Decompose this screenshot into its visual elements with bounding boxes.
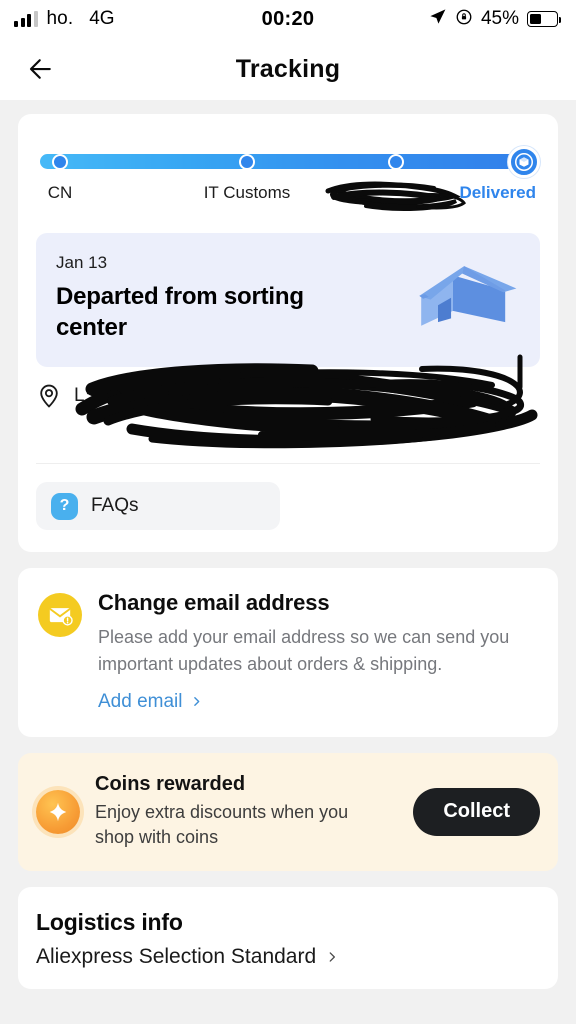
status-bar-right: 45% bbox=[428, 7, 562, 31]
logistics-carrier-label: Aliexpress Selection Standard bbox=[36, 944, 317, 968]
progress-tracker: CN IT Customs Delivered bbox=[18, 114, 558, 211]
page-content: CN IT Customs Delivered Jan 13 Departed … bbox=[0, 100, 576, 1024]
progress-label-3-redacted bbox=[325, 181, 466, 211]
faq-section: ? FAQs bbox=[18, 464, 558, 552]
logistics-carrier-row[interactable]: Aliexpress Selection Standard bbox=[36, 945, 540, 969]
progress-node-1 bbox=[52, 153, 68, 170]
address-content: L**********e bbox=[36, 383, 540, 409]
location-arrow-icon bbox=[428, 7, 447, 31]
rotation-lock-icon bbox=[455, 8, 473, 31]
coins-title: Coins rewarded bbox=[95, 772, 246, 795]
faqs-label: FAQs bbox=[91, 495, 139, 517]
coins-description: Enjoy extra discounts when you shop with… bbox=[95, 801, 349, 848]
status-title: Departed from sorting center bbox=[56, 283, 304, 341]
progress-node-3 bbox=[388, 153, 404, 170]
progress-node-delivered bbox=[508, 146, 540, 178]
envelope-alert-icon bbox=[38, 593, 82, 638]
sparkle-coin-icon bbox=[36, 789, 80, 834]
logistics-info-title: Logistics info bbox=[36, 908, 183, 935]
address-text: L**********e bbox=[74, 385, 182, 407]
page-title: Tracking bbox=[235, 54, 341, 83]
house-icon bbox=[419, 266, 517, 326]
progress-bar bbox=[40, 154, 528, 169]
progress-label-2: IT Customs bbox=[203, 183, 291, 202]
tracking-card: CN IT Customs Delivered Jan 13 Departed … bbox=[18, 114, 558, 553]
logistics-info-card: Logistics info Aliexpress Selection Stan… bbox=[18, 886, 558, 989]
status-bar: ho. 4G 00:20 45% bbox=[0, 0, 576, 38]
progress-node-2 bbox=[239, 153, 255, 170]
change-email-description: Please add your email address so we can … bbox=[98, 627, 510, 675]
status-banner: Jan 13 Departed from sorting center bbox=[36, 233, 540, 368]
add-email-link[interactable]: Add email bbox=[98, 691, 203, 713]
chevron-right-icon bbox=[329, 952, 336, 962]
coins-text-block: Coins rewarded Enjoy extra discounts whe… bbox=[95, 773, 398, 851]
redaction-scribble-small bbox=[325, 181, 466, 211]
location-pin-icon bbox=[40, 385, 58, 409]
navigation-bar: Tracking bbox=[0, 38, 576, 100]
progress-label-1: CN bbox=[47, 183, 73, 202]
package-box-icon bbox=[515, 153, 533, 171]
chevron-right-icon bbox=[193, 697, 199, 707]
change-email-body: Change email address Please add your ema… bbox=[98, 590, 532, 712]
change-email-title: Change email address bbox=[98, 590, 330, 616]
change-email-card[interactable]: Change email address Please add your ema… bbox=[18, 568, 558, 737]
faqs-button[interactable]: ? FAQs bbox=[36, 482, 280, 531]
coins-rewarded-card: Coins rewarded Enjoy extra discounts whe… bbox=[18, 752, 558, 871]
progress-labels: CN IT Customs Delivered bbox=[40, 181, 536, 211]
progress-label-delivered: Delivered bbox=[459, 183, 536, 202]
question-mark-icon: ? bbox=[51, 492, 78, 520]
battery-icon bbox=[527, 11, 562, 27]
battery-percent-label: 45% bbox=[480, 8, 519, 29]
add-email-label: Add email bbox=[98, 690, 183, 712]
collect-button[interactable]: Collect bbox=[413, 787, 540, 836]
delivery-address-row: L**********e bbox=[36, 354, 540, 453]
